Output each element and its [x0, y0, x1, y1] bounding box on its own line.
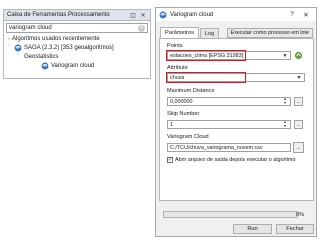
- close-icon[interactable]: ✕: [299, 11, 313, 19]
- chevron-down-icon[interactable]: ˇ: [6, 45, 12, 51]
- search-value: variogram cloud: [9, 25, 52, 31]
- toolbox-title: Caixa de Ferramentas Processamento: [7, 12, 110, 18]
- tree-item-label: Algoritmos usados recentemente: [12, 35, 100, 42]
- toolbox-search-input[interactable]: variogram cloud ✕: [6, 23, 148, 33]
- variogram-cloud-dialog: Variogram cloud ? ✕ Parâmetros Log Execu…: [155, 7, 317, 237]
- saga-icon: [14, 44, 22, 51]
- output-path-input[interactable]: C:/TCU/chuva_variograma_nuvem.csv: [167, 143, 291, 152]
- run-button[interactable]: Run: [233, 224, 272, 234]
- skip-number-spinbox[interactable]: 1 ▲ ▼: [167, 120, 291, 129]
- max-distance-options-button[interactable]: ...: [294, 97, 303, 106]
- max-distance-value: 0,000000: [170, 98, 193, 105]
- checkbox-check-icon[interactable]: ✓: [167, 157, 173, 163]
- output-label: Variogram Cloud: [167, 134, 209, 140]
- tree-item-label: Variogram cloud: [51, 62, 95, 69]
- parameters-panel: Points estacoes_clima [EPSG:31983] ▼ Att…: [159, 38, 314, 201]
- toolbox-titlebar[interactable]: Caixa de Ferramentas Processamento ◫ ✕: [4, 10, 150, 21]
- output-path-value: C:/TCU/chuva_variograma_nuvem.csv: [170, 144, 263, 151]
- chevron-down-icon[interactable]: ˇ: [15, 54, 21, 60]
- attribute-highlight: [166, 72, 246, 83]
- tab-parametros[interactable]: Parâmetros: [160, 27, 199, 38]
- select-layer-icon[interactable]: [294, 51, 303, 60]
- skip-number-label: Skip Number: [167, 111, 200, 117]
- tree-item-variogram-cloud[interactable]: Variogram cloud: [4, 61, 150, 70]
- processing-toolbox-panel: Caixa de Ferramentas Processamento ◫ ✕ v…: [3, 9, 151, 79]
- variogram-icon: [159, 11, 167, 18]
- tree-item-recent[interactable]: › Algoritmos usados recentemente: [4, 34, 150, 43]
- skip-number-value: 1: [170, 121, 173, 128]
- points-highlight: [166, 50, 246, 61]
- close-icon[interactable]: ✕: [139, 11, 147, 19]
- open-after-checkbox[interactable]: ✓ Abrir arquivo de saída depois executar…: [167, 157, 295, 163]
- tree-item-label: Geostatistics: [24, 53, 59, 60]
- tree-item-geostatistics[interactable]: ˇ Geostatistics: [4, 52, 150, 61]
- dialog-titlebar[interactable]: Variogram cloud ? ✕: [156, 8, 316, 21]
- progress-bar: [163, 211, 298, 218]
- tab-log[interactable]: Log: [199, 28, 220, 38]
- attribute-label: Attribute: [167, 65, 188, 71]
- close-button[interactable]: Fechar: [276, 224, 314, 234]
- chevron-down-icon: ▼: [282, 52, 288, 59]
- points-label: Points: [167, 43, 183, 49]
- open-after-label: Abrir arquivo de saída depois executar o…: [175, 157, 296, 163]
- skip-number-options-button[interactable]: ...: [294, 120, 303, 129]
- clear-search-icon[interactable]: ✕: [138, 24, 145, 32]
- chevron-down-icon: ▼: [296, 74, 302, 81]
- saga-icon: [41, 62, 49, 69]
- dialog-tabs: Parâmetros Log: [160, 27, 220, 38]
- float-icon[interactable]: ◫: [129, 11, 137, 19]
- tree-item-saga[interactable]: ˇ SAGA (2.3.2) [353 geoalgoritmos]: [4, 43, 150, 52]
- max-distance-spinbox[interactable]: 0,000000 ▲ ▼: [167, 97, 291, 106]
- dialog-title: Variogram cloud: [170, 11, 214, 18]
- browse-output-button[interactable]: ...: [293, 142, 304, 153]
- spin-arrows-icon[interactable]: ▲ ▼: [282, 120, 288, 128]
- tree-item-label: SAGA (2.3.2) [353 geoalgoritmos]: [24, 44, 114, 51]
- help-button[interactable]: ?: [285, 11, 299, 18]
- max-distance-label: Maximum Distance: [167, 88, 215, 94]
- batch-process-button[interactable]: Executar como processo em lote: [226, 28, 313, 38]
- spin-arrows-icon[interactable]: ▲ ▼: [282, 97, 288, 105]
- progress-text: 0%: [296, 212, 305, 218]
